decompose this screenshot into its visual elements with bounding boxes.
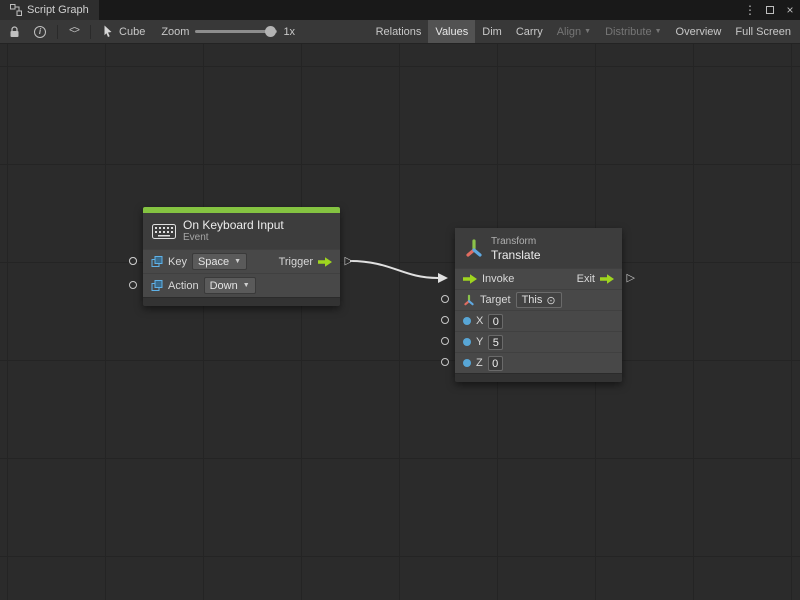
transform-icon [464,238,484,258]
maximize-icon [766,6,774,14]
z-label: Z [476,357,483,369]
node-on-keyboard-input[interactable]: On Keyboard Input Event Key Space ▼ Trig… [143,207,340,306]
flow-arrow-icon [463,274,477,284]
chevron-down-icon: ▼ [234,258,241,265]
action-dropdown[interactable]: Down ▼ [204,277,256,294]
row-invoke-exit: Invoke Exit [455,268,622,289]
maximize-button[interactable] [760,0,780,20]
window-titlebar: Script Graph ⋮ × [0,0,800,20]
y-value-field[interactable]: 5 [488,335,503,350]
distribute-button[interactable]: Distribute▼ [598,20,668,43]
port-exit-output[interactable]: ▷ [627,273,635,284]
value-port-dot [463,317,471,325]
chevron-down-icon: ▼ [243,282,250,289]
overview-button[interactable]: Overview [669,20,729,43]
x-label: X [476,315,483,327]
tab-menu-button[interactable]: ⋮ [740,0,760,20]
object-picker-icon: ⊙ [546,294,555,307]
row-y: Y 5 [455,331,622,352]
enum-icon [151,280,163,292]
code-view-button[interactable]: <> [62,20,86,43]
align-button[interactable]: Align▼ [550,20,598,43]
exit-label: Exit [577,273,595,285]
flow-arrow-icon [600,274,614,284]
graph-target-label: Cube [119,26,145,38]
node-title: On Keyboard Input [183,218,284,232]
port-z-input[interactable] [441,358,449,366]
target-label: Target [480,294,511,306]
z-value-field[interactable]: 0 [488,356,503,371]
zoom-label: Zoom [161,26,189,38]
value-port-dot [463,338,471,346]
relations-button[interactable]: Relations [369,20,429,43]
toolbar-divider [57,25,58,39]
y-label: Y [476,336,483,348]
key-label: Key [168,256,187,268]
keyboard-icon [152,224,176,239]
script-graph-icon [10,4,22,16]
tab-title: Script Graph [27,4,89,16]
row-x: X 0 [455,310,622,331]
node-body: Key Space ▼ Trigger Action [143,249,340,297]
row-key: Key Space ▼ Trigger [143,249,340,273]
zoom-slider[interactable] [195,30,277,33]
port-x-input[interactable] [441,316,449,324]
port-action-input[interactable] [129,281,137,289]
port-y-input[interactable] [441,337,449,345]
zoom-control: Zoom 1x [153,26,303,38]
row-target: Target This ⊙ [455,289,622,310]
port-target-input[interactable] [441,295,449,303]
info-button[interactable]: i [27,20,53,43]
lock-button[interactable] [2,20,27,43]
cursor-icon [103,25,114,38]
graph-target-button[interactable]: Cube [95,25,153,38]
action-label: Action [168,280,199,292]
zoom-value: 1x [283,26,295,38]
node-body: Invoke Exit Target This ⊙ [455,268,622,373]
node-translate[interactable]: Transform Translate Invoke Exit [455,228,622,382]
enum-icon [151,256,163,268]
dim-button[interactable]: Dim [475,20,509,43]
row-action: Action Down ▼ [143,273,340,297]
node-category: Transform [491,235,541,248]
carry-button[interactable]: Carry [509,20,550,43]
toolbar-divider [90,25,91,39]
graph-toolbar: i <> Cube Zoom 1x Relations Values Dim C… [0,20,800,44]
titlebar-spacer [99,0,740,20]
x-value-field[interactable]: 0 [488,314,503,329]
invoke-label: Invoke [482,273,514,285]
tab-script-graph[interactable]: Script Graph [0,0,99,20]
node-footer [455,373,622,382]
connection-trigger-to-invoke [0,44,800,600]
target-object-chip[interactable]: This ⊙ [516,292,562,308]
code-icon: <> [69,26,79,37]
key-dropdown[interactable]: Space ▼ [192,253,247,270]
info-icon: i [34,26,46,38]
node-subtitle: Event [183,232,284,244]
fullscreen-button[interactable]: Full Screen [728,20,798,43]
port-key-input[interactable] [129,257,137,265]
value-port-dot [463,359,471,367]
zoom-slider-handle[interactable] [265,26,276,37]
lock-icon [9,26,20,38]
chevron-down-icon: ▼ [584,28,591,35]
node-title: Translate [491,248,541,262]
port-trigger-output[interactable]: ▷ [345,256,353,267]
trigger-label: Trigger [279,256,313,268]
flow-arrow-icon [318,257,332,267]
graph-canvas[interactable]: On Keyboard Input Event Key Space ▼ Trig… [0,44,800,600]
row-z: Z 0 [455,352,622,373]
connection-arrowhead [438,273,448,283]
values-button[interactable]: Values [428,20,475,43]
transform-mini-icon [463,294,475,306]
close-button[interactable]: × [780,0,800,20]
chevron-down-icon: ▼ [655,28,662,35]
node-header[interactable]: Transform Translate [455,228,622,268]
node-footer [143,297,340,306]
node-header[interactable]: On Keyboard Input Event [143,213,340,249]
toolbar-buttons: Relations Values Dim Carry Align▼ Distri… [369,20,798,43]
